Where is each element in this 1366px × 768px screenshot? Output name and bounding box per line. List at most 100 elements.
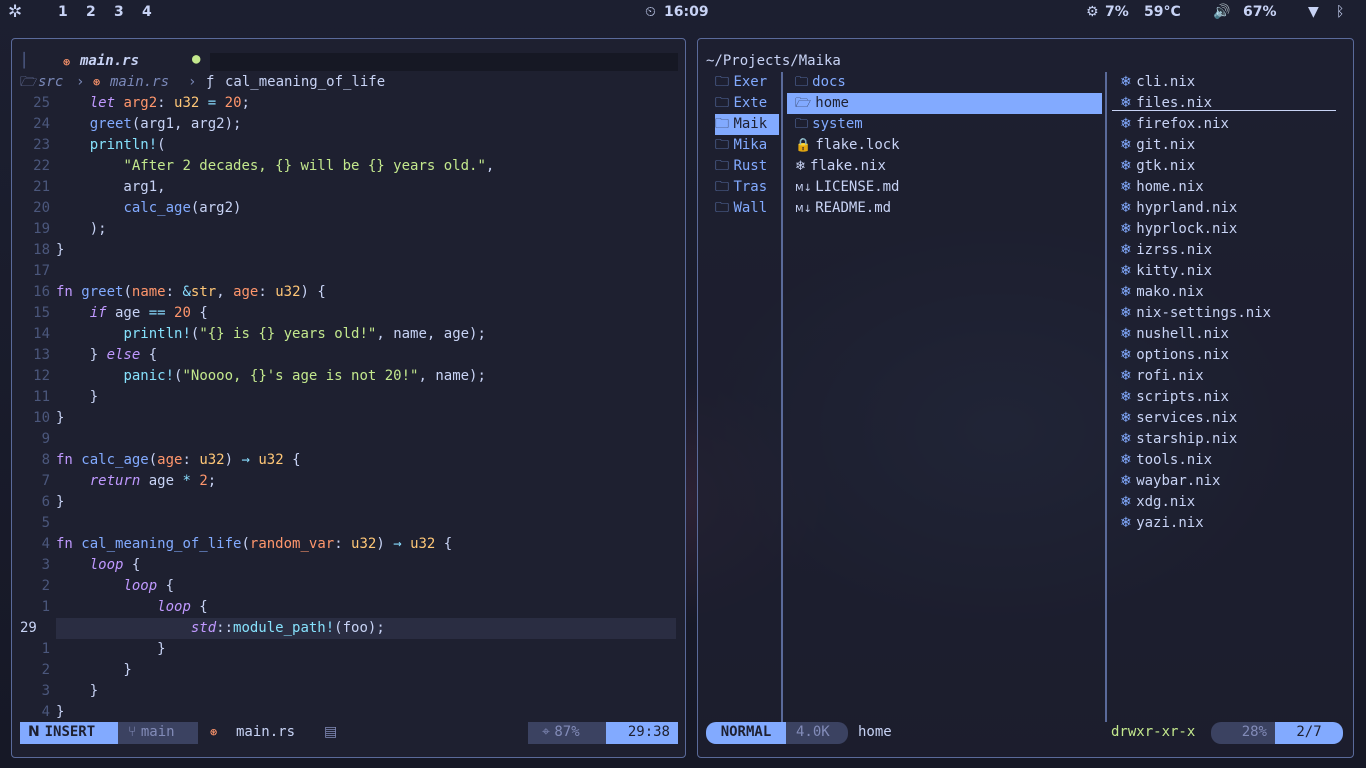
- file-item[interactable]: 🗀 system: [787, 114, 1102, 135]
- code-line[interactable]: }: [56, 702, 64, 723]
- preview-file-item[interactable]: ❄ home.nix: [1120, 177, 1204, 198]
- fm-size: 4.0K: [786, 722, 848, 744]
- parent-dir-item[interactable]: 🗀 Maik: [715, 114, 779, 135]
- file-label: firefox.nix: [1136, 116, 1229, 132]
- preview-file-item[interactable]: ❄ yazi.nix: [1120, 513, 1204, 534]
- line-number: 3: [41, 683, 50, 699]
- code-line[interactable]: if age == 20 {: [56, 303, 208, 324]
- preview-file-item[interactable]: ❄ xdg.nix: [1120, 492, 1195, 513]
- chevron-right-icon: ›: [188, 74, 197, 90]
- preview-file-item[interactable]: ❄ izrss.nix: [1120, 240, 1212, 261]
- preview-file-item[interactable]: ❄ cli.nix: [1120, 72, 1195, 93]
- nix-icon: ❄: [1120, 284, 1137, 300]
- code-line[interactable]: }: [56, 492, 64, 513]
- breadcrumb-file[interactable]: main.rs: [110, 72, 169, 93]
- file-item[interactable]: 🗀 docs: [787, 72, 1102, 93]
- selected-dir-item[interactable]: 🗁 home: [787, 93, 1102, 114]
- nix-icon: ❄: [1120, 200, 1137, 216]
- tab-main-rs[interactable]: main.rs: [80, 51, 139, 72]
- folder-icon: 🗀: [715, 200, 734, 216]
- workspace-1[interactable]: 1: [58, 4, 68, 20]
- wifi-icon[interactable]: ▼: [1308, 4, 1319, 20]
- folder-icon: 🗀: [715, 116, 734, 132]
- preview-file-item[interactable]: ❄ nushell.nix: [1120, 324, 1229, 345]
- preview-file-item[interactable]: ❄ hyprlock.nix: [1120, 219, 1237, 240]
- line-number: 2: [41, 662, 50, 678]
- code-line[interactable]: "After 2 decades, {} will be {} years ol…: [56, 156, 494, 177]
- preview-file-item[interactable]: ❄ mako.nix: [1120, 282, 1204, 303]
- file-label: flake.lock: [815, 137, 900, 153]
- code-line[interactable]: }: [56, 387, 98, 408]
- file-item[interactable]: M↓ README.md: [787, 198, 1102, 219]
- code-line[interactable]: }: [56, 408, 64, 429]
- code-line[interactable]: fn greet(name: &str, age: u32) {: [56, 282, 326, 303]
- workspace-2[interactable]: 2: [86, 4, 96, 20]
- code-line[interactable]: fn calc_age(age: u32) → u32 {: [56, 450, 301, 471]
- file-item[interactable]: 🔒 flake.lock: [787, 135, 1102, 156]
- code-line[interactable]: loop {: [56, 597, 208, 618]
- workspace-4[interactable]: 4: [142, 4, 152, 20]
- column-divider: [1105, 72, 1107, 722]
- parent-dir-item[interactable]: 🗀 Exer: [715, 72, 779, 93]
- nix-icon: ❄: [1120, 494, 1137, 510]
- breadcrumb-src[interactable]: src: [38, 72, 63, 93]
- mode-label: INSERT: [44, 724, 96, 740]
- parent-dir-item[interactable]: 🗀 Exte: [715, 93, 779, 114]
- preview-file-item[interactable]: ❄ scripts.nix: [1120, 387, 1229, 408]
- nix-icon: ❄: [795, 159, 811, 174]
- code-line[interactable]: return age * 2;: [56, 471, 216, 492]
- branch-label: main: [140, 724, 175, 740]
- cpu-icon: ⚙: [1086, 4, 1099, 20]
- preview-file-item[interactable]: ❄ tools.nix: [1120, 450, 1212, 471]
- dir-label: Wall: [733, 200, 768, 216]
- preview-file-item[interactable]: ❄ starship.nix: [1120, 429, 1237, 450]
- file-item[interactable]: ❄ flake.nix: [787, 156, 1102, 177]
- preview-file-item[interactable]: ❄ gtk.nix: [1120, 156, 1195, 177]
- code-line[interactable]: }: [56, 660, 131, 681]
- preview-file-item[interactable]: ❄ nix-settings.nix: [1120, 303, 1271, 324]
- folder-icon: 🗀: [715, 179, 734, 195]
- preview-file-item[interactable]: ❄ services.nix: [1120, 408, 1237, 429]
- code-line[interactable]: }: [56, 681, 98, 702]
- code-line[interactable]: panic!("Noooo, {}'s age is not 20!", nam…: [56, 366, 485, 387]
- workspace-3[interactable]: 3: [114, 4, 124, 20]
- code-line[interactable]: let arg2: u32 = 20;: [56, 93, 250, 114]
- bluetooth-icon[interactable]: ᛒ: [1336, 4, 1344, 20]
- editor-window[interactable]: │ ⊛ main.rs ● 🗁 src › ⊛ main.rs › ƒ cal_…: [11, 38, 686, 758]
- breadcrumb-function[interactable]: cal_meaning_of_life: [225, 72, 385, 93]
- code-line[interactable]: } else {: [56, 345, 157, 366]
- file-item[interactable]: M↓ LICENSE.md: [787, 177, 1102, 198]
- preview-file-item[interactable]: ❄ firefox.nix: [1120, 114, 1229, 135]
- git-branch[interactable]: ⑂ main: [118, 722, 198, 744]
- code-line[interactable]: fn cal_meaning_of_life(random_var: u32) …: [56, 534, 452, 555]
- preview-file-item[interactable]: ❄ kitty.nix: [1120, 261, 1212, 282]
- code-line[interactable]: );: [56, 219, 107, 240]
- preview-file-item[interactable]: ❄ git.nix: [1120, 135, 1195, 156]
- line-number: 10: [33, 410, 50, 426]
- code-line[interactable]: arg1,: [56, 177, 165, 198]
- nix-icon: ❄: [1120, 221, 1137, 237]
- code-line[interactable]: calc_age(arg2): [56, 198, 241, 219]
- code-line[interactable]: println!("{} is {} years old!", name, ag…: [56, 324, 485, 345]
- parent-dir-item[interactable]: 🗀 Wall: [715, 198, 779, 219]
- preview-file-item[interactable]: ❄ options.nix: [1120, 345, 1229, 366]
- code-line[interactable]: println!(: [56, 135, 166, 156]
- code-line[interactable]: std::module_path!(foo);: [56, 618, 385, 639]
- code-line[interactable]: }: [56, 240, 64, 261]
- line-number: 23: [33, 137, 50, 153]
- folder-icon: 🗀: [715, 137, 734, 153]
- preview-file-item[interactable]: ❄ waybar.nix: [1120, 471, 1220, 492]
- parent-dir-item[interactable]: 🗀 Tras: [715, 177, 779, 198]
- preview-file-item[interactable]: ❄ hyprland.nix: [1120, 198, 1237, 219]
- launcher-gear-icon[interactable]: ✲: [8, 2, 22, 22]
- parent-dir-item[interactable]: 🗀 Mika: [715, 135, 779, 156]
- code-line[interactable]: greet(arg1, arg2);: [56, 114, 242, 135]
- file-label: home.nix: [1136, 179, 1204, 195]
- volume-icon[interactable]: 🔊: [1213, 4, 1230, 20]
- file-manager-window[interactable]: ▣ ~/Projects/Maika 🗀 Exer🗀 Exte🗀 Maik🗀 M…: [697, 38, 1354, 758]
- parent-dir-item[interactable]: 🗀 Rust: [715, 156, 779, 177]
- preview-file-item[interactable]: ❄ rofi.nix: [1120, 366, 1204, 387]
- code-line[interactable]: }: [56, 639, 165, 660]
- code-line[interactable]: loop {: [56, 576, 174, 597]
- code-line[interactable]: loop {: [56, 555, 141, 576]
